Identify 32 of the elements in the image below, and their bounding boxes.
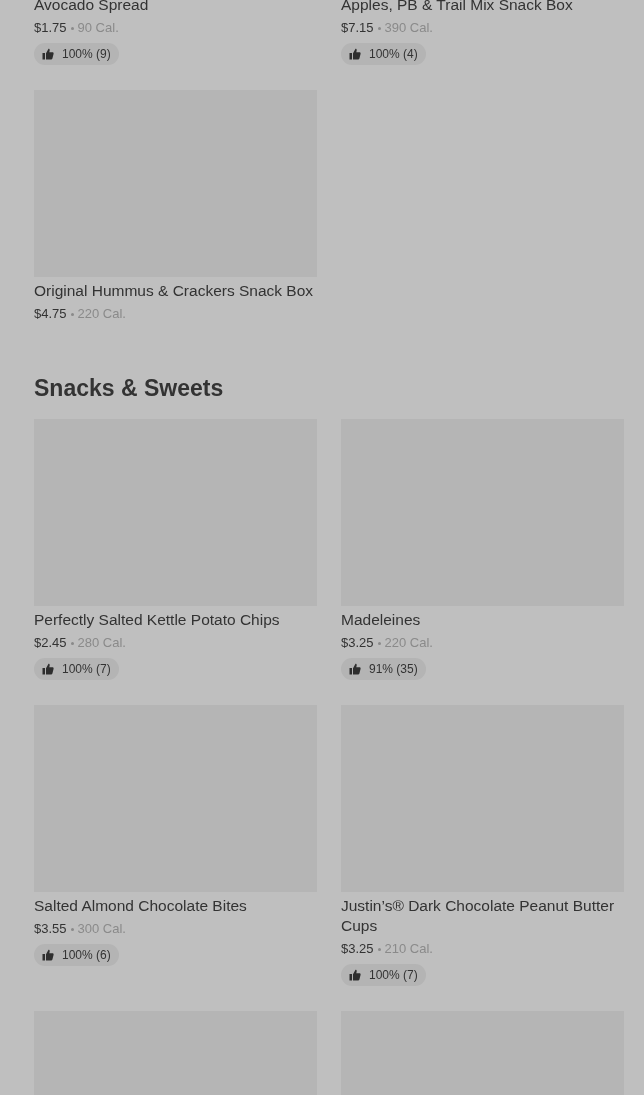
rating-text: 100% (4) bbox=[369, 47, 418, 61]
thumbs-up-icon bbox=[42, 48, 54, 60]
rating-text: 91% (35) bbox=[369, 662, 418, 676]
item-price: $1.75 bbox=[34, 19, 67, 37]
item-price: $3.55 bbox=[34, 920, 67, 938]
separator-dot bbox=[70, 312, 74, 316]
thumbs-up-icon bbox=[42, 949, 54, 961]
item-name[interactable]: Madeleines bbox=[341, 610, 624, 630]
item-name[interactable]: Perfectly Salted Kettle Potato Chips bbox=[34, 610, 317, 630]
separator-dot bbox=[70, 26, 74, 30]
item-price: $4.75 bbox=[34, 305, 67, 323]
item-price: $3.25 bbox=[341, 634, 374, 652]
rating-text: 100% (6) bbox=[62, 948, 111, 962]
separator-dot bbox=[377, 641, 381, 645]
item-price: $3.25 bbox=[341, 940, 374, 958]
rating-text: 100% (9) bbox=[62, 47, 111, 61]
section-heading: Snacks & Sweets bbox=[34, 374, 225, 402]
item-price: $7.15 bbox=[341, 19, 374, 37]
thumbs-up-icon bbox=[349, 969, 361, 981]
rating-text: 100% (7) bbox=[62, 662, 111, 676]
thumbs-up-icon bbox=[349, 48, 361, 60]
thumbs-up-icon bbox=[349, 663, 361, 675]
item-name[interactable]: Justin’s® Dark Chocolate Peanut Butter Cups bbox=[341, 896, 624, 936]
separator-dot bbox=[377, 26, 381, 30]
item-price: $2.45 bbox=[34, 634, 67, 652]
thumbs-up-icon bbox=[42, 663, 54, 675]
rating-text: 100% (7) bbox=[369, 968, 418, 982]
separator-dot bbox=[70, 641, 74, 645]
item-name[interactable]: Salted Almond Chocolate Bites bbox=[34, 896, 317, 916]
separator-dot bbox=[377, 947, 381, 951]
separator-dot bbox=[70, 927, 74, 931]
item-name[interactable]: Original Hummus & Crackers Snack Box bbox=[34, 281, 317, 301]
